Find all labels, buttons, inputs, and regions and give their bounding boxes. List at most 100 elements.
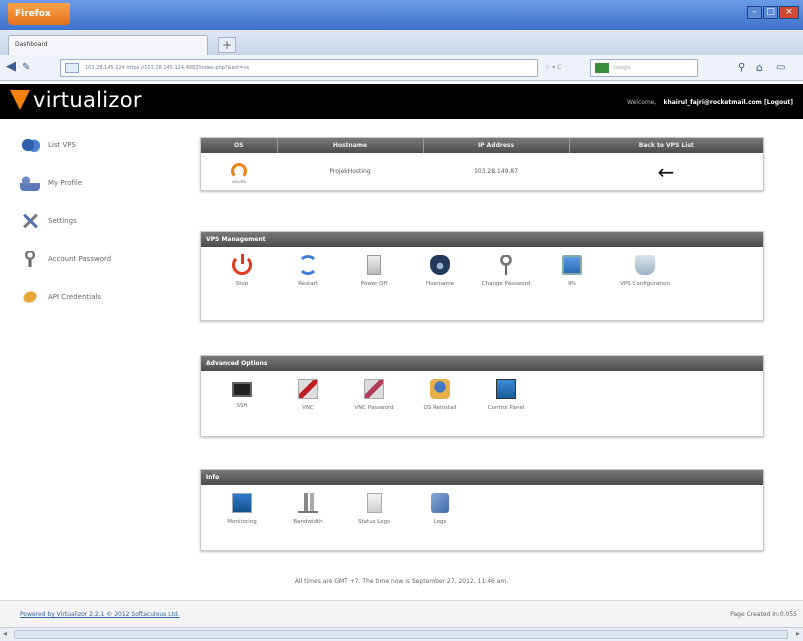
tab-strip: Dashboard +	[0, 30, 803, 55]
info-panel: Info Monitoring Bandwidth Status Logs Lo…	[200, 469, 764, 551]
column-header-back[interactable]: Back to VPS List	[569, 138, 763, 153]
ssh-button[interactable]: SSH	[209, 379, 275, 412]
vps-info-table: OS Hostname IP Address Back to VPS List …	[201, 138, 763, 190]
back-arrow-icon[interactable]: ←	[658, 160, 675, 184]
change-password-button[interactable]: Change Password	[473, 255, 539, 288]
wrench-icon[interactable]: ✎	[22, 61, 30, 75]
maximize-icon[interactable]: □	[763, 6, 778, 19]
sidebar-item-label: API Credentials	[48, 293, 101, 301]
welcome-label: Welcome,	[627, 99, 657, 106]
vnc-button[interactable]: VNC	[275, 379, 341, 412]
search-engine-icon[interactable]	[595, 63, 609, 73]
vps-info-panel: OS Hostname IP Address Back to VPS List …	[200, 137, 764, 191]
scrollbar-thumb[interactable]	[14, 630, 788, 639]
scroll-right-icon[interactable]: ▸	[796, 629, 800, 638]
power-off-button[interactable]: Power Off	[341, 255, 407, 288]
info-actions: Monitoring Bandwidth Status Logs Logs	[201, 485, 763, 526]
browser-titlebar: Firefox – □ ×	[0, 0, 803, 30]
powered-by-link[interactable]: Powered by Virtualizor 2.2.1 © 2012 Soft…	[20, 611, 180, 618]
monitor-icon	[232, 493, 252, 513]
control-panel-icon	[496, 379, 516, 399]
sidebar-item-label: My Profile	[48, 179, 83, 187]
tile-label: Change Password	[481, 281, 531, 287]
document-icon	[366, 493, 382, 513]
tile-label: Bandwidth	[293, 519, 323, 525]
plug-icon	[17, 285, 43, 309]
os-label: ubuntu	[231, 179, 247, 184]
status-logs-button[interactable]: Status Logs	[341, 493, 407, 526]
tile-label: VNC Password	[354, 405, 394, 411]
timezone-note: All times are GMT +7. The time now is Se…	[294, 578, 509, 585]
search-input[interactable]: Google	[590, 59, 698, 77]
tile-label: Status Logs	[358, 519, 390, 525]
new-tab-button[interactable]: +	[218, 37, 236, 53]
servers-icon	[20, 137, 40, 153]
vps-management-panel: VPS Management Stop Restart Power Off Ho…	[200, 231, 764, 321]
tab-dashboard[interactable]: Dashboard	[8, 35, 208, 55]
control-panel-button[interactable]: Control Panel	[473, 379, 539, 412]
bandwidth-button[interactable]: Bandwidth	[275, 493, 341, 526]
menu-icon[interactable]: ▭	[776, 61, 785, 75]
sidebar-item-settings[interactable]: Settings	[20, 213, 180, 229]
scroll-left-icon[interactable]: ◂	[3, 629, 7, 638]
site-identity-icon[interactable]	[65, 63, 79, 73]
column-header-hostname: Hostname	[277, 138, 424, 153]
navigation-bar: ◀ ✎ 103.28.145.124 https://103.28.145.12…	[0, 55, 803, 81]
back-arrow-icon[interactable]: ◀	[6, 60, 16, 74]
user-email: khairul_fajri@rocketmail.com	[663, 99, 762, 106]
url-bar[interactable]: 103.28.145.124 https://103.28.145.124:40…	[60, 59, 538, 77]
hostname-button[interactable]: Hostname	[407, 255, 473, 288]
sidebar-item-my-profile[interactable]: My Profile	[20, 175, 180, 191]
vps-management-actions: Stop Restart Power Off Hostname Change P…	[201, 247, 763, 288]
tile-label: Restart	[298, 281, 318, 287]
vnc-password-button[interactable]: VNC Password	[341, 379, 407, 412]
tile-label: Control Panel	[487, 405, 525, 411]
firefox-menu-button[interactable]: Firefox	[8, 3, 70, 25]
key-icon	[23, 251, 37, 267]
key-icon	[500, 255, 512, 275]
sidebar-item-label: Settings	[48, 217, 77, 225]
shield-icon	[430, 255, 450, 275]
hostname-cell: ProjekHosting	[329, 168, 371, 175]
sidebar-item-list-vps[interactable]: List VPS	[20, 137, 180, 153]
vnc-key-icon	[364, 379, 384, 399]
window-controls: – □ ×	[747, 6, 799, 19]
sidebar: List VPS My Profile Settings Account Pas…	[17, 137, 180, 327]
users-icon	[20, 175, 40, 191]
ubuntu-logo-icon	[231, 163, 247, 179]
tile-label: Power Off	[360, 281, 388, 287]
terminal-icon	[232, 382, 252, 397]
tile-label: IPs	[568, 281, 576, 287]
advanced-options-panel: Advanced Options SSH VNC VNC Password OS…	[200, 355, 764, 437]
advanced-options-actions: SSH VNC VNC Password OS Reinstall Contro…	[201, 371, 763, 412]
ips-button[interactable]: IPs	[539, 255, 605, 288]
sidebar-item-api-credentials[interactable]: API Credentials	[17, 285, 180, 309]
logout-link[interactable]: [Logout]	[764, 99, 793, 106]
tile-label: OS Reinstall	[423, 405, 457, 411]
os-cell: ubuntu	[201, 153, 277, 190]
tile-label: SSH	[236, 403, 248, 409]
virtualizor-logo[interactable]: virtualizor	[10, 88, 142, 112]
minimize-icon[interactable]: –	[747, 6, 762, 19]
stop-button[interactable]: Stop	[209, 254, 275, 288]
logs-button[interactable]: Logs	[407, 493, 473, 526]
search-placeholder: Google	[613, 65, 631, 71]
column-header-ip: IP Address	[423, 138, 570, 153]
reload-icon[interactable]: ☆ ▾ C	[545, 64, 561, 71]
close-icon[interactable]: ×	[779, 6, 799, 19]
logs-icon	[431, 493, 449, 513]
back-cell[interactable]: ←	[569, 153, 763, 190]
os-reinstall-button[interactable]: OS Reinstall	[407, 379, 473, 412]
restart-button[interactable]: Restart	[275, 255, 341, 288]
tile-label: VPS Configuration	[620, 281, 670, 287]
panel-title: VPS Management	[201, 232, 763, 247]
sidebar-item-account-password[interactable]: Account Password	[20, 251, 180, 267]
vps-configuration-button[interactable]: VPS Configuration	[605, 255, 685, 288]
search-icon[interactable]: ⚲	[738, 61, 745, 75]
install-disc-icon	[430, 379, 450, 399]
monitoring-button[interactable]: Monitoring	[209, 493, 275, 526]
home-icon[interactable]: ⌂	[756, 61, 763, 75]
horizontal-scrollbar[interactable]: ◂ ▸	[0, 627, 803, 641]
column-header-os: OS	[201, 138, 278, 153]
tools-icon	[20, 213, 40, 229]
